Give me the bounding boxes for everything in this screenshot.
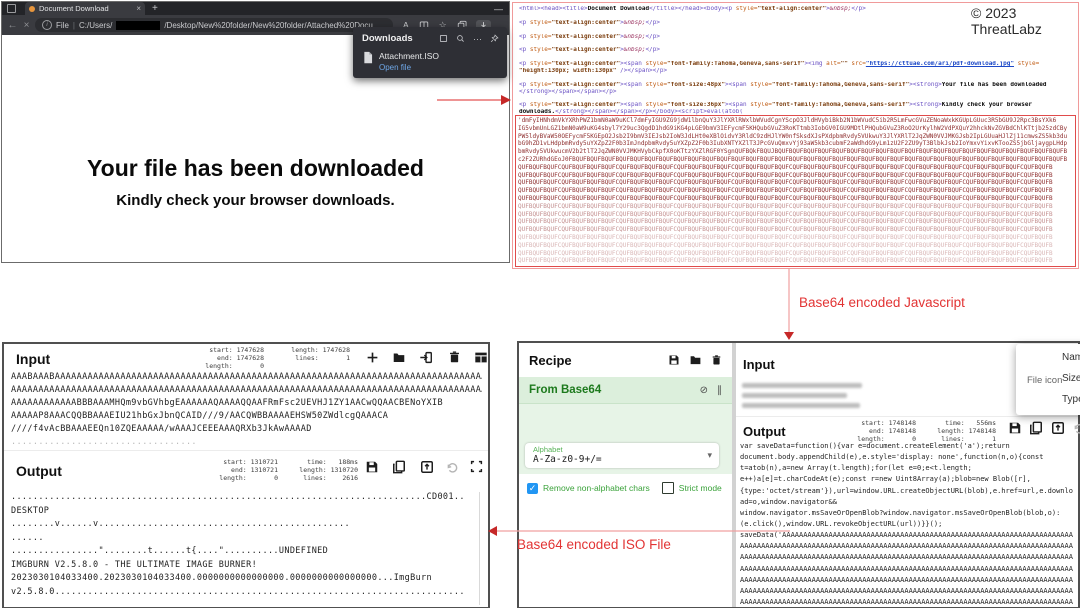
remove-non-alphabet-label: Remove non-alphabet chars: [543, 483, 650, 493]
address-bar[interactable]: i File | C:/Users/ /Desktop/New%20folder…: [35, 18, 393, 32]
recipe-column: Recipe From Base64 ⊘ ∥ Alphabet: [519, 343, 732, 607]
open-downloads-page-icon[interactable]: [439, 34, 448, 43]
right-output-title: Output: [743, 424, 786, 439]
clear-io-trash-icon[interactable]: [448, 350, 461, 364]
right-output-header: Output start: 1748148 end: 1748148 lengt…: [736, 416, 1078, 443]
download-list-item[interactable]: Attachment.ISO Open file: [353, 46, 507, 72]
browser-titlebar: Document Download × + —: [2, 2, 509, 15]
alphabet-label: Alphabet: [533, 445, 563, 454]
right-replace-input-icon[interactable]: [1051, 421, 1065, 435]
pin-icon[interactable]: [490, 34, 499, 43]
cyberchef-io-window-left: Input start: 1747628 end: 1747628 length…: [2, 342, 490, 608]
blurred-input-text: [742, 403, 860, 408]
open-folder-icon[interactable]: [392, 351, 406, 364]
maximize-output-icon[interactable]: [470, 460, 483, 473]
right-output-stats-position: start: 1748148 end: 1748148 length: 0: [834, 419, 916, 443]
right-output-content[interactable]: var saveData=function(){var e=document.c…: [740, 442, 1075, 605]
operation-from-base64[interactable]: From Base64 ⊘ ∥ Alphabet A-Za-z0-9+/= ▾ …: [519, 377, 732, 474]
remove-non-alphabet-checkbox[interactable]: ✓: [527, 483, 538, 494]
back-icon[interactable]: ←: [7, 20, 18, 31]
annotation-js-label: Base64 encoded Javascript: [799, 295, 965, 310]
left-input-content[interactable]: AAABAAABAAAAAAAAAAAAAAAAAAAAAAAAAAAAAAAA…: [11, 372, 482, 450]
page-subheading: Kindly check your browser downloads.: [2, 192, 509, 209]
cyberchef-window: Recipe From Base64 ⊘ ∥ Alphabet: [517, 341, 1080, 608]
right-input-title: Input: [743, 357, 775, 372]
url-separator: |: [73, 21, 75, 30]
downloads-title: Downloads: [362, 33, 431, 44]
file-details-tooltip: × File icon Name: PastedData Size: 23,30…: [1016, 344, 1080, 415]
blurred-input-text: [742, 383, 862, 388]
left-input-header: Input start: 1747628 end: 1747628 length…: [4, 344, 488, 371]
download-item-name: Attachment.ISO: [379, 51, 439, 61]
tooltip-type: Type: text/plain: [1062, 394, 1080, 405]
copyright-text: © 2023 ThreatLabz: [971, 5, 1080, 37]
alphabet-select[interactable]: Alphabet A-Za-z0-9+/= ▾: [525, 443, 719, 468]
page-info-icon[interactable]: i: [42, 20, 52, 30]
tab-favicon-icon: [29, 6, 35, 12]
replace-input-with-output-icon[interactable]: [420, 460, 434, 474]
url-scheme: File: [56, 21, 69, 30]
add-input-tab-icon[interactable]: [366, 351, 379, 364]
right-save-output-icon[interactable]: [1008, 421, 1022, 435]
figure-canvas: Document Download × + — ← × i File | C:/…: [0, 0, 1080, 608]
tab-actions-icon[interactable]: [7, 4, 16, 13]
load-recipe-folder-icon[interactable]: [689, 354, 702, 366]
blurred-input-text: [742, 393, 847, 398]
page-heading: Your file has been downloaded: [2, 155, 509, 182]
tab-close-icon[interactable]: ×: [136, 5, 141, 13]
new-tab-icon[interactable]: +: [152, 4, 158, 14]
search-downloads-icon[interactable]: [456, 34, 465, 43]
disable-operation-icon[interactable]: ⊘: [700, 385, 708, 396]
arrow-source-to-cyberchef: [784, 269, 794, 340]
save-recipe-icon[interactable]: [668, 354, 680, 366]
right-copy-output-icon[interactable]: [1029, 421, 1043, 435]
alphabet-value: A-Za-z0-9+/=: [533, 454, 602, 465]
recipe-header: Recipe: [519, 343, 732, 377]
left-output-stats-time: time: 188ms length: 1310720 lines: 2616: [280, 458, 358, 482]
username-redaction: [116, 21, 160, 30]
breakpoint-pause-icon[interactable]: ∥: [717, 385, 722, 396]
left-output-title: Output: [16, 463, 62, 479]
reset-layout-icon[interactable]: [474, 351, 488, 364]
browser-tab[interactable]: Document Download ×: [25, 2, 145, 15]
open-input-icon[interactable]: [419, 351, 433, 364]
strict-mode-checkbox[interactable]: [662, 482, 674, 494]
io-column: Input Output start: 1748148 end: 1748148…: [736, 343, 1078, 607]
right-undo-icon[interactable]: [1072, 422, 1080, 435]
annotation-iso-label: Base64 encoded ISO File: [517, 537, 671, 552]
base64-blob: 'dmFyIHNhdmVkYXRhPWZ1bmN0aW9uKCl7dmFyIGU…: [515, 115, 1076, 267]
tab-title: Document Download: [39, 4, 132, 13]
recipe-title: Recipe: [529, 353, 660, 368]
tooltip-file-icon-label: File icon: [1027, 375, 1062, 386]
tooltip-size: Size: 23,30,864 bytes: [1062, 373, 1080, 384]
left-output-content[interactable]: ........................................…: [11, 492, 480, 605]
left-input-stats-position: start: 1747628 end: 1747628 length: 0: [182, 346, 264, 370]
copy-output-icon[interactable]: [392, 460, 406, 474]
stop-icon[interactable]: ×: [21, 20, 32, 31]
clear-recipe-trash-icon[interactable]: [711, 354, 722, 366]
downloads-popup: Downloads ··· Attachment.ISO Open file: [353, 27, 507, 78]
save-output-icon[interactable]: [365, 460, 379, 474]
minimize-icon[interactable]: —: [494, 4, 503, 14]
left-output-header: Output start: 1310721 end: 1310721 lengt…: [4, 450, 488, 491]
left-input-stats-size: length: 1747628 lines: 1: [272, 346, 350, 362]
chevron-down-icon: ▾: [707, 450, 712, 461]
open-file-link[interactable]: Open file: [379, 63, 439, 72]
left-input-title: Input: [16, 351, 50, 367]
right-output-stats-time: time: 556ms length: 1748148 lines: 1: [918, 419, 996, 443]
html-source-panel: <html><head><title>Document Download</ti…: [512, 2, 1079, 269]
tooltip-name: Name: PastedData: [1062, 352, 1080, 363]
left-output-stats-position: start: 1310721 end: 1310721 length: 0: [196, 458, 278, 482]
operation-name: From Base64: [529, 384, 691, 396]
file-icon: [363, 51, 373, 64]
undo-icon[interactable]: [445, 461, 459, 474]
strict-mode-label: Strict mode: [679, 483, 722, 493]
more-options-icon[interactable]: ···: [473, 34, 482, 44]
url-prefix: C:/Users/: [79, 21, 112, 30]
